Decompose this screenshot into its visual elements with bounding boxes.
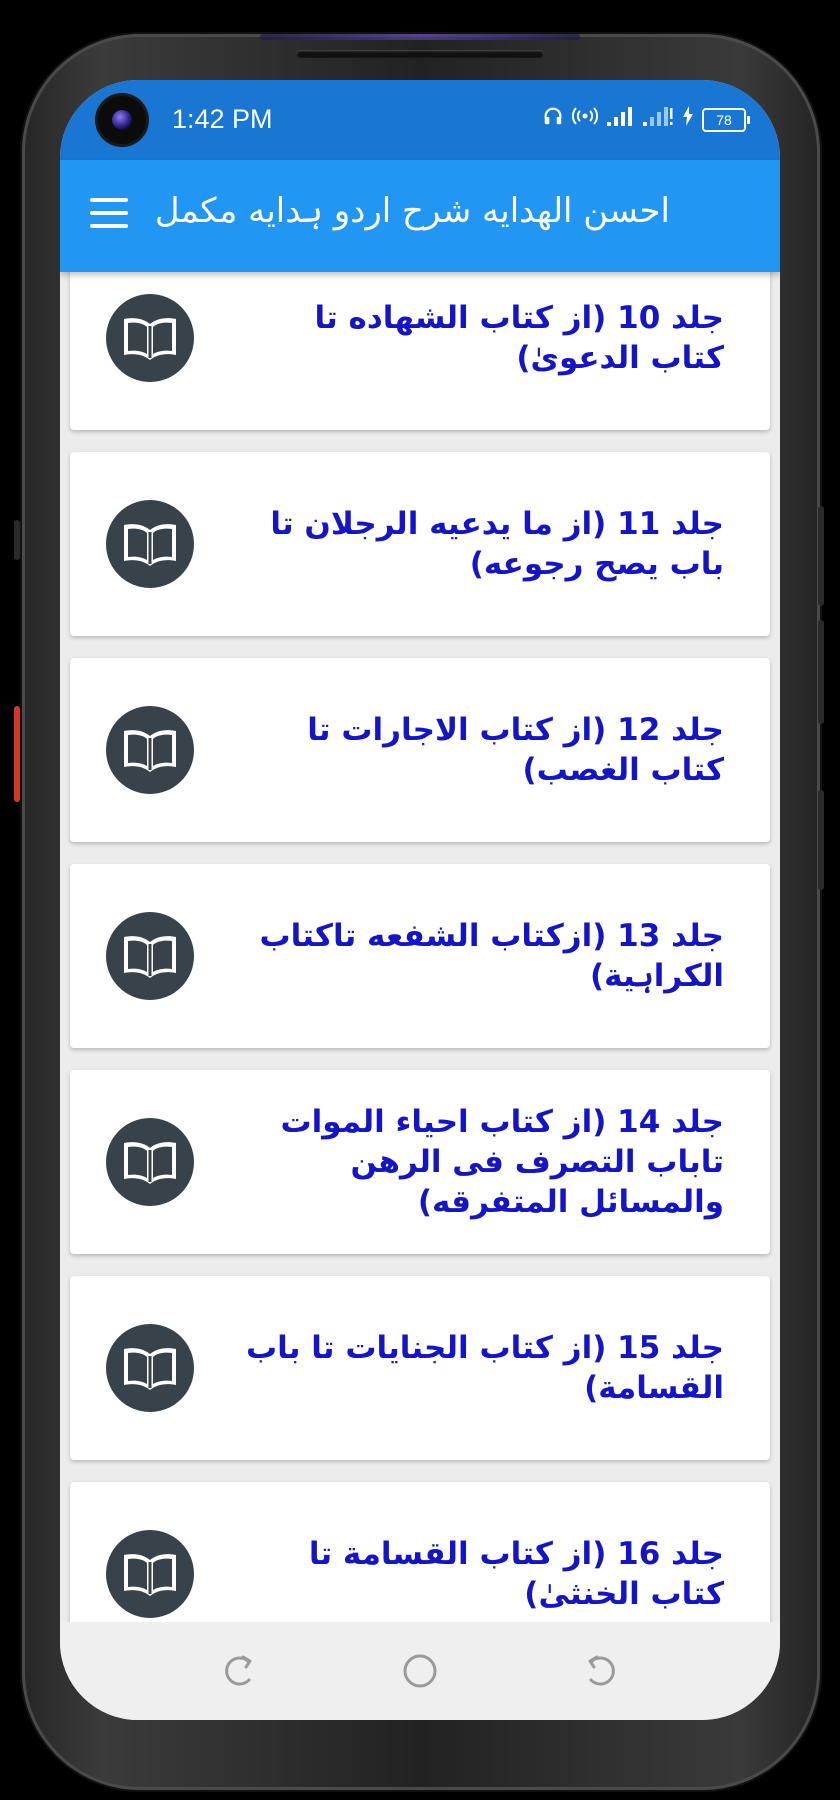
app-bar: احسن الهدایه شرح اردو ہدایه مکمل (60, 160, 780, 272)
phone-screen: 1:42 PM 78 احسن الهدایه شرح اردو ہدایه م… (60, 80, 780, 1720)
list-item-label: جلد 15 (از کتاب الجنایات تا باب القسامة) (246, 1330, 724, 1406)
right-power-button (818, 506, 824, 606)
back-icon[interactable] (578, 1648, 624, 1694)
hamburger-menu-icon[interactable] (90, 196, 130, 232)
list-item-label: جلد 10 (از کتاب الشهاده تا کتاب الدعویٰ) (314, 300, 724, 376)
book-icon (106, 1324, 194, 1412)
signal-2-icon (642, 105, 674, 135)
list-item[interactable]: جلد 11 (از ما یدعیه الرجلان تا باب یصح ر… (70, 452, 770, 636)
recent-apps-icon[interactable] (216, 1648, 262, 1694)
list-item[interactable]: جلد 12 (از کتاب الاجارات تا کتاب الغصب) (70, 658, 770, 842)
hotspot-icon (572, 105, 598, 135)
book-icon (106, 1118, 194, 1206)
app-title: احسن الهدایه شرح اردو ہدایه مکمل (154, 191, 670, 231)
list-item-label: جلد 12 (از کتاب الاجارات تا کتاب الغصب) (307, 712, 724, 788)
list-item[interactable]: جلد 13 (ازکتاب الشفعه تاکتاب الکراہیة) (70, 864, 770, 1048)
right-volume-down-button (818, 790, 824, 890)
list-item[interactable]: جلد 14 (از کتاب احیاء الموات تاباب التصر… (70, 1070, 770, 1254)
headphones-icon (542, 105, 564, 135)
list-item[interactable]: جلد 16 (از کتاب القسامة تا کتاب الخنثیٰ) (70, 1482, 770, 1622)
book-icon (106, 912, 194, 1000)
status-time: 1:42 PM (172, 104, 273, 134)
list-item[interactable]: جلد 15 (از کتاب الجنایات تا باب القسامة) (70, 1276, 770, 1460)
book-icon (106, 294, 194, 382)
book-icon (106, 500, 194, 588)
signal-1-icon (606, 105, 634, 135)
list-item[interactable]: جلد 10 (از کتاب الشهاده تا کتاب الدعویٰ) (70, 272, 770, 430)
right-volume-up-button (818, 620, 824, 724)
earpiece-speaker (296, 50, 544, 58)
system-nav-bar (60, 1622, 780, 1720)
front-camera (98, 96, 146, 144)
status-icons: 78 (542, 105, 750, 135)
battery-icon: 78 (702, 108, 750, 132)
book-icon (106, 706, 194, 794)
phone-frame-accent (260, 34, 580, 40)
volume-list: جلد 10 (از کتاب الشهاده تا کتاب الدعویٰ)… (60, 272, 780, 1622)
list-item-label: جلد 14 (از کتاب احیاء الموات تاباب التصر… (280, 1104, 725, 1220)
book-icon (106, 1530, 194, 1618)
list-item-label: جلد 11 (از ما یدعیه الرجلان تا باب یصح ر… (270, 506, 724, 582)
status-bar: 1:42 PM 78 (60, 80, 780, 160)
home-icon[interactable] (397, 1648, 443, 1694)
charging-icon (682, 105, 694, 135)
list-item-label: جلد 16 (از کتاب القسامة تا کتاب الخنثیٰ) (308, 1536, 724, 1612)
list-item-label: جلد 13 (ازکتاب الشفعه تاکتاب الکراہیة) (259, 918, 724, 994)
left-side-button (14, 520, 20, 560)
left-red-button (14, 706, 20, 802)
